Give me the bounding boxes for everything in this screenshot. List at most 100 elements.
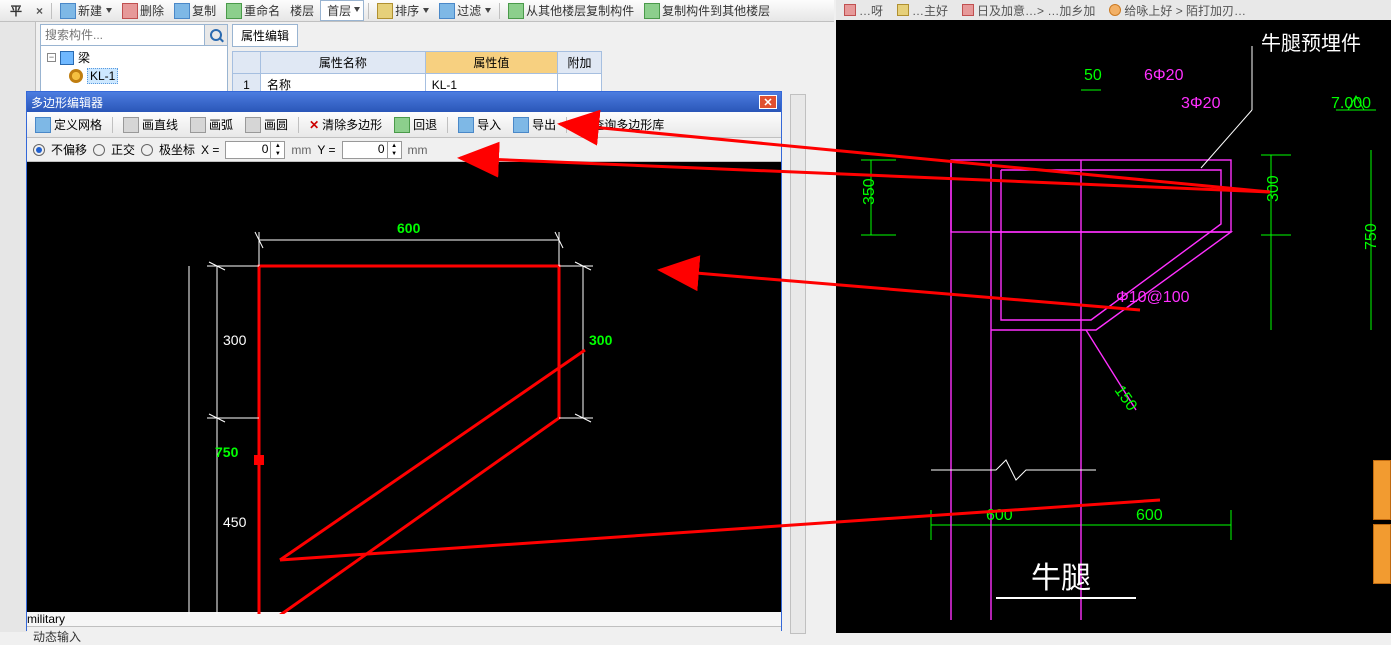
- polygon-canvas[interactable]: 600 300 300 750 450: [27, 162, 781, 612]
- property-tab[interactable]: 属性编辑: [232, 24, 298, 47]
- dim-750: 750: [215, 444, 238, 460]
- cad-text-300: 300: [1265, 175, 1282, 202]
- import-icon: [458, 117, 474, 133]
- floor-button[interactable]: 楼层: [286, 1, 318, 20]
- col-name[interactable]: 属性名称: [261, 52, 426, 74]
- clear-icon: ✕: [309, 118, 319, 132]
- cad-text-350: 350: [861, 178, 878, 205]
- cad-text-7000: 7.000: [1331, 95, 1371, 112]
- tab-icon: [1109, 4, 1121, 16]
- dim-300-left: 300: [223, 332, 246, 348]
- tab-icon: [962, 4, 974, 16]
- gear-icon: [69, 69, 83, 83]
- dialog-title: 多边形编辑器: [31, 94, 103, 111]
- left-panel: − 梁 KL-1: [40, 24, 228, 94]
- undo-button[interactable]: 回退: [390, 115, 441, 134]
- rename-icon: [226, 3, 242, 19]
- floor-select[interactable]: 首层: [320, 0, 364, 21]
- sort-button[interactable]: 排序: [373, 1, 433, 20]
- define-grid-button[interactable]: 定义网格: [31, 115, 106, 134]
- y-input[interactable]: 0▲▼: [342, 141, 402, 159]
- query-library-button[interactable]: 查询多边形库: [573, 115, 668, 134]
- side-handle-1[interactable]: [1373, 460, 1391, 520]
- polygon-editor-dialog: 多边形编辑器 ✕ 定义网格 画直线 画弧 画圆 ✕清除多边形 回退 导入 导出 …: [26, 91, 782, 631]
- dim-600-top: 600: [397, 220, 420, 236]
- draw-circle-button[interactable]: 画圆: [241, 115, 292, 134]
- delete-icon: [122, 3, 138, 19]
- draw-arc-button[interactable]: 画弧: [186, 115, 237, 134]
- x-input[interactable]: 0▲▼: [225, 141, 285, 159]
- cad-view[interactable]: …呀 …主好 日及加意…> …加乡加 给咏上好 > 陌打加刃…: [836, 0, 1391, 633]
- cad-text-p10-100: Φ10@100: [1116, 289, 1190, 306]
- copy-from-icon: [508, 3, 524, 19]
- component-tree: − 梁 KL-1: [40, 46, 228, 94]
- dialog-statusbar: 动态输入: [27, 626, 781, 644]
- cad-text-niu-tui: 牛腿: [1031, 562, 1091, 595]
- cad-text-750: 750: [1363, 223, 1380, 250]
- cad-canvas[interactable]: 50 350 300 750 150 600 600 7.000 6Φ20 3Φ…: [836, 20, 1391, 633]
- spinner[interactable]: ▲▼: [270, 142, 284, 158]
- property-grid: 属性名称 属性值 附加 1 名称 KL-1: [232, 51, 602, 96]
- cad-text-50: 50: [1084, 67, 1102, 84]
- radio-no-offset[interactable]: [33, 144, 45, 156]
- search-icon: [578, 119, 588, 129]
- spinner[interactable]: ▲▼: [387, 142, 401, 158]
- collapse-icon[interactable]: −: [47, 53, 56, 62]
- tree-root-beam[interactable]: − 梁: [47, 48, 223, 67]
- cad-text-600b: 600: [1136, 507, 1163, 524]
- tab-icon: [844, 4, 856, 16]
- undo-icon: [394, 117, 410, 133]
- dialog-options-bar: 不偏移 正交 极坐标 X = 0▲▼ mm Y = 0▲▼ mm: [27, 138, 781, 162]
- property-panel: 属性编辑 属性名称 属性值 附加 1 名称 KL-1: [232, 24, 834, 96]
- copy-from-other-button[interactable]: 从其他楼层复制构件: [504, 1, 638, 20]
- filter-icon: [439, 3, 455, 19]
- arc-icon: [190, 117, 206, 133]
- tab-icon: [897, 4, 909, 16]
- cad-text-6p20: 6Φ20: [1144, 67, 1184, 84]
- copy-to-other-button[interactable]: 复制构件到其他楼层: [640, 1, 774, 20]
- dim-450: 450: [223, 514, 246, 530]
- search-button[interactable]: [204, 25, 227, 45]
- dialog-toolbar: 定义网格 画直线 画弧 画圆 ✕清除多边形 回退 导入 导出 查询多边形库: [27, 112, 781, 138]
- dialog-titlebar[interactable]: 多边形编辑器 ✕: [27, 92, 781, 112]
- cad-tab-2[interactable]: …主好: [893, 2, 952, 19]
- search-input[interactable]: [41, 25, 204, 45]
- export-button[interactable]: 导出: [509, 115, 560, 134]
- cad-text-3p20: 3Φ20: [1181, 95, 1221, 112]
- export-icon: [513, 117, 529, 133]
- copy-icon: [174, 3, 190, 19]
- dim-300-right: 300: [589, 332, 612, 348]
- new-icon: [60, 3, 76, 19]
- side-handle-2[interactable]: [1373, 524, 1391, 584]
- delete-button[interactable]: 删除: [118, 1, 168, 20]
- beam-icon: [60, 51, 74, 65]
- filter-button[interactable]: 过滤: [435, 1, 495, 20]
- cad-tab-3[interactable]: 日及加意…> …加乡加: [958, 2, 1099, 19]
- new-button[interactable]: 新建: [56, 1, 116, 20]
- cad-text-embed: 牛腿预埋件: [1261, 32, 1361, 55]
- import-button[interactable]: 导入: [454, 115, 505, 134]
- col-extra[interactable]: 附加: [558, 52, 602, 74]
- radio-ortho[interactable]: [93, 144, 105, 156]
- clear-polygon-button[interactable]: ✕清除多边形: [305, 115, 386, 134]
- dialog-close-button[interactable]: ✕: [759, 95, 777, 109]
- main-toolbar: 平 × 新建 删除 复制 重命名 楼层 首层 排序 过滤 从其他楼层复制构件 复…: [0, 0, 834, 22]
- search-icon: [210, 29, 222, 41]
- copy-button[interactable]: 复制: [170, 1, 220, 20]
- cad-tab-1[interactable]: …呀: [840, 2, 887, 19]
- tree-item-kl1[interactable]: KL-1: [47, 67, 223, 85]
- chevron-down-icon: [106, 8, 112, 13]
- cad-tabs: …呀 …主好 日及加意…> …加乡加 给咏上好 > 陌打加刃…: [836, 0, 1391, 20]
- cad-text-600a: 600: [986, 507, 1013, 524]
- grid-icon: [35, 117, 51, 133]
- circle-icon: [245, 117, 261, 133]
- cad-tab-4[interactable]: 给咏上好 > 陌打加刃…: [1105, 2, 1250, 19]
- close-tab-x[interactable]: ×: [32, 4, 47, 18]
- sort-icon: [377, 3, 393, 19]
- draw-line-button[interactable]: 画直线: [119, 115, 182, 134]
- tab-close[interactable]: 平: [2, 1, 30, 20]
- col-value[interactable]: 属性值: [425, 52, 557, 74]
- copy-to-icon: [644, 3, 660, 19]
- rename-button[interactable]: 重命名: [222, 1, 284, 20]
- radio-polar[interactable]: [141, 144, 153, 156]
